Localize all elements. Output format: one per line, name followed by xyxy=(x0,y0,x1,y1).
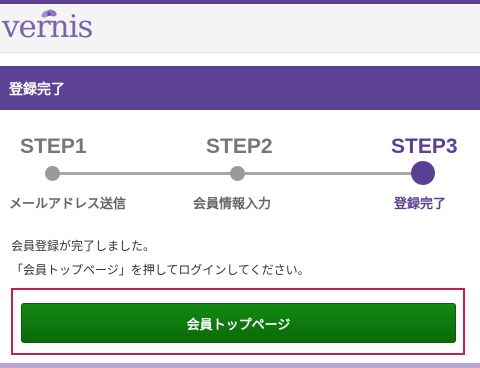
step-1-caption: メールアドレス送信 xyxy=(9,197,127,212)
login-instruction: 「会員トップページ」を押してログインしてください。 xyxy=(11,263,310,277)
step-3-indicator xyxy=(411,161,435,185)
member-top-page-button[interactable]: 会員トップページ xyxy=(21,303,456,343)
completion-message: 会員登録が完了しました。 xyxy=(11,239,156,253)
member-top-page-button-label: 会員トップページ xyxy=(186,317,291,333)
flower-icon xyxy=(41,9,57,18)
page-title-bar: 登録完了 xyxy=(0,66,480,110)
page-title: 登録完了 xyxy=(9,82,65,98)
step-1-label: STEP1 xyxy=(20,135,87,158)
site-header: vernis xyxy=(0,4,480,53)
step-3-caption: 登録完了 xyxy=(394,197,447,212)
step-2-caption: 会員情報入力 xyxy=(193,197,272,212)
step-2-indicator xyxy=(230,166,245,181)
step-3-label: STEP3 xyxy=(391,135,458,158)
bottom-accent-bar xyxy=(0,363,480,368)
step-1-indicator xyxy=(45,166,60,181)
step-2-label: STEP2 xyxy=(206,135,273,158)
